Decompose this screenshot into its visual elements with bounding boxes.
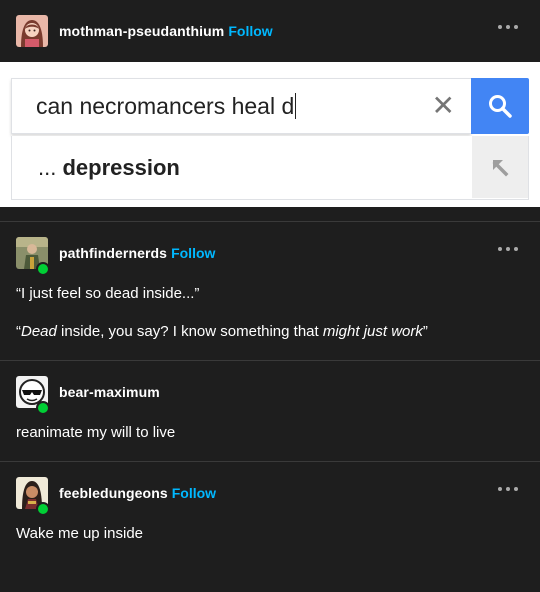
- reblog-pathfindernerds: pathfindernerds Follow “I just feel so d…: [0, 222, 540, 342]
- post-text: “I just feel so dead inside...”: [16, 285, 200, 302]
- follow-button[interactable]: Follow: [228, 23, 272, 39]
- more-options-icon[interactable]: [498, 22, 518, 32]
- reblog-icon: [36, 401, 50, 415]
- close-icon: ✕: [431, 90, 455, 121]
- post-header: bear-maximum: [0, 361, 540, 423]
- reblog-bear-maximum: bear-maximum reanimate my will to live: [0, 361, 540, 443]
- image-suggestion-text: ... depression: [38, 154, 180, 180]
- post-body: “I just feel so dead inside...” “Dead in…: [0, 284, 540, 342]
- more-options-icon[interactable]: [498, 244, 518, 254]
- post-username[interactable]: mothman-pseudanthium: [59, 23, 224, 39]
- post-username[interactable]: pathfindernerds: [59, 245, 167, 261]
- image-search-query: can necromancers heal d: [36, 92, 295, 119]
- more-options-icon[interactable]: [498, 484, 518, 494]
- post-header: feebledungeons Follow: [0, 462, 540, 524]
- arrow-up-left-icon: [472, 136, 528, 198]
- original-post: mothman-pseudanthium Follow can necroman…: [0, 0, 540, 207]
- text-caret: [295, 93, 297, 119]
- follow-button[interactable]: Follow: [171, 245, 215, 261]
- post-username[interactable]: bear-maximum: [59, 384, 160, 400]
- post-body: Wake me up inside: [0, 524, 540, 544]
- post-header: mothman-pseudanthium Follow: [0, 0, 540, 62]
- post-username[interactable]: feebledungeons: [59, 485, 168, 501]
- post-text: “Dead inside, you say? I know something …: [16, 323, 428, 340]
- image-suggestion-row: ... depression: [11, 136, 529, 200]
- follow-button[interactable]: Follow: [172, 485, 216, 501]
- search-icon: [471, 78, 529, 134]
- reblog-feebledungeons: feebledungeons Follow Wake me up inside: [0, 462, 540, 544]
- post-header: pathfindernerds Follow: [0, 222, 540, 284]
- post-body: reanimate my will to live: [0, 423, 540, 443]
- reblog-icon: [36, 502, 50, 516]
- post-text: Wake me up inside: [16, 525, 144, 542]
- post-text: reanimate my will to live: [16, 424, 176, 441]
- reblog-icon: [36, 262, 50, 276]
- avatar[interactable]: [16, 15, 48, 47]
- post-image[interactable]: can necromancers heal d ✕ ... depression: [0, 62, 540, 207]
- avatar-girl-icon: [16, 15, 48, 47]
- image-search-box: can necromancers heal d ✕: [11, 78, 471, 134]
